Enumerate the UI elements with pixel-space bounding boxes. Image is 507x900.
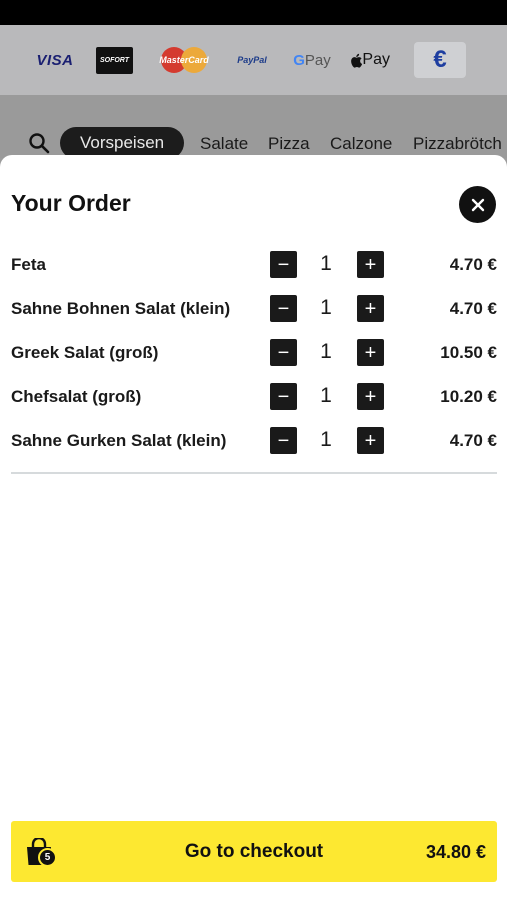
google-pay-logo: G Pay bbox=[292, 43, 332, 77]
quantity-value: 1 bbox=[320, 428, 332, 451]
close-button[interactable] bbox=[459, 186, 496, 223]
decrease-quantity-button[interactable]: − bbox=[270, 383, 297, 410]
increase-quantity-button[interactable]: + bbox=[357, 295, 384, 322]
order-item-name: Sahne Bohnen Salat (klein) bbox=[11, 299, 231, 318]
order-item-row: Sahne Bohnen Salat (klein) − 1 + 4.70 € bbox=[0, 294, 507, 324]
category-tab-salate[interactable]: Salate bbox=[200, 134, 248, 154]
google-g-icon: G bbox=[293, 51, 305, 69]
category-tab-pizza[interactable]: Pizza bbox=[268, 134, 310, 154]
order-item-name: Chefsalat (groß) bbox=[11, 387, 142, 406]
decrease-quantity-button[interactable]: − bbox=[270, 339, 297, 366]
order-item-name: Sahne Gurken Salat (klein) bbox=[11, 431, 227, 450]
order-item-row: Sahne Gurken Salat (klein) − 1 + 4.70 € bbox=[0, 426, 507, 456]
decrease-quantity-button[interactable]: − bbox=[270, 295, 297, 322]
order-divider bbox=[11, 472, 497, 474]
close-icon bbox=[471, 198, 484, 211]
increase-quantity-button[interactable]: + bbox=[357, 383, 384, 410]
order-item-row: Greek Salat (groß) − 1 + 10.50 € bbox=[0, 338, 507, 368]
increase-quantity-button[interactable]: + bbox=[357, 251, 384, 278]
payment-methods-bar: VISA SOFORT MasterCard PayPal G Pay Pay … bbox=[0, 25, 507, 95]
euro-cash-icon: € bbox=[414, 42, 466, 78]
status-bar bbox=[0, 0, 507, 25]
order-item-name: Feta bbox=[11, 255, 46, 274]
paypal-logo: PayPal bbox=[237, 55, 267, 65]
apple-icon bbox=[351, 53, 363, 68]
checkout-button[interactable]: 5 Go to checkout 34.80 € bbox=[11, 821, 497, 882]
decrease-quantity-button[interactable]: − bbox=[270, 251, 297, 278]
quantity-value: 1 bbox=[320, 252, 332, 275]
order-item-price: 4.70 € bbox=[449, 431, 497, 450]
search-icon[interactable] bbox=[28, 132, 50, 154]
apple-pay-text: Pay bbox=[362, 51, 390, 68]
checkout-label: Go to checkout bbox=[184, 841, 324, 862]
decrease-quantity-button[interactable]: − bbox=[270, 427, 297, 454]
order-item-name: Greek Salat (groß) bbox=[11, 343, 159, 362]
apple-pay-logo: Pay bbox=[350, 43, 390, 77]
category-tab-active[interactable]: Vorspeisen bbox=[60, 127, 185, 158]
quantity-value: 1 bbox=[320, 340, 332, 363]
checkout-total: 34.80 € bbox=[425, 842, 486, 862]
visa-logo: VISA bbox=[36, 51, 74, 69]
order-item-row: Chefsalat (groß) − 1 + 10.20 € bbox=[0, 382, 507, 412]
order-modal: Your Order Feta − 1 + 4.70 € Sahne Bohne… bbox=[0, 155, 507, 900]
order-item-price: 10.20 € bbox=[440, 387, 497, 406]
category-tab-calzone[interactable]: Calzone bbox=[330, 134, 392, 154]
category-tab-pizzabroetchen[interactable]: Pizzabrötch bbox=[413, 134, 502, 154]
order-item-row: Feta − 1 + 4.70 € bbox=[0, 250, 507, 280]
mastercard-text: MasterCard bbox=[159, 55, 209, 65]
order-item-price: 10.50 € bbox=[440, 343, 497, 362]
order-item-price: 4.70 € bbox=[449, 299, 497, 318]
order-item-price: 4.70 € bbox=[449, 255, 497, 274]
order-title: Your Order bbox=[11, 190, 131, 216]
quantity-value: 1 bbox=[320, 384, 332, 407]
quantity-value: 1 bbox=[320, 296, 332, 319]
sofort-logo: SOFORT bbox=[96, 46, 133, 74]
increase-quantity-button[interactable]: + bbox=[357, 427, 384, 454]
mastercard-logo: MasterCard bbox=[158, 43, 210, 77]
category-bar: Vorspeisen Salate Pizza Calzone Pizzabrö… bbox=[0, 95, 507, 158]
increase-quantity-button[interactable]: + bbox=[357, 339, 384, 366]
google-pay-text: Pay bbox=[304, 51, 331, 69]
